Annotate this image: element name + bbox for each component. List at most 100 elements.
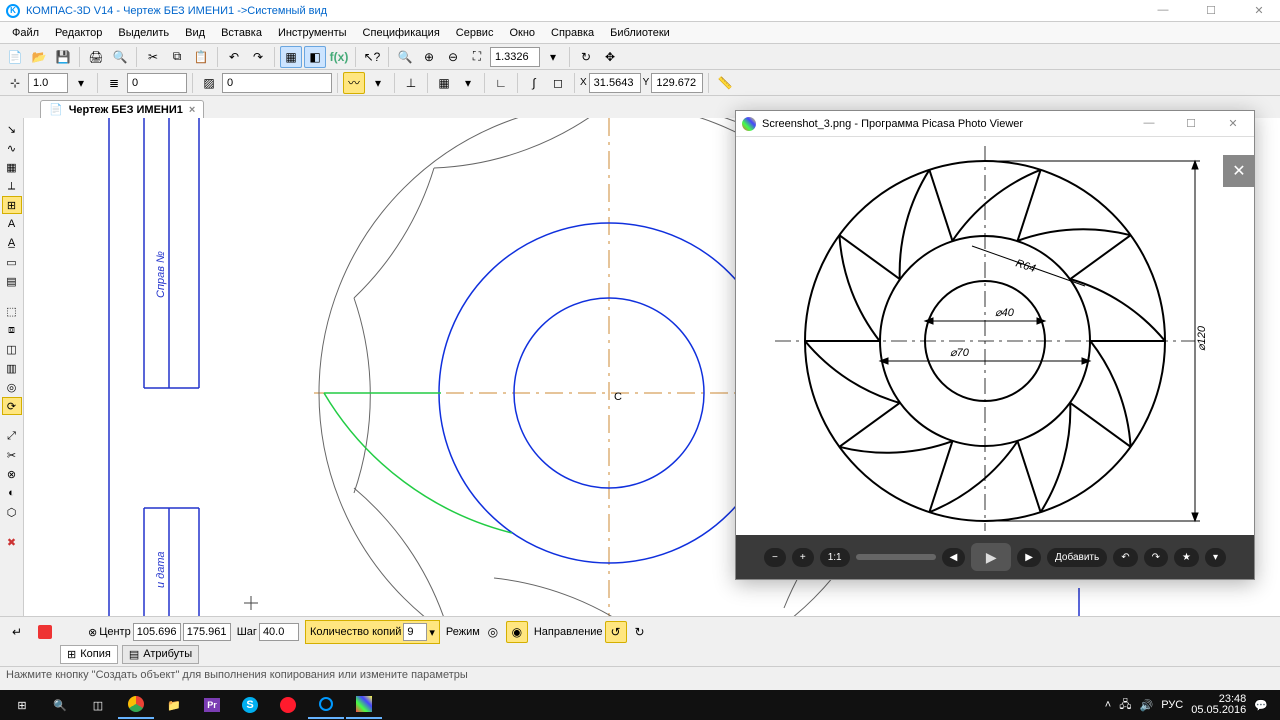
tray-up-icon[interactable]: ˄ [1105,699,1111,711]
menu-spec[interactable]: Спецификация [355,25,448,41]
search-button[interactable]: 🔍 [42,691,78,719]
preview-button[interactable]: 🔍 [109,46,131,68]
zoom-dropdown[interactable]: ▾ [542,46,564,68]
menu-view[interactable]: Вид [177,25,213,41]
coord-y-input[interactable] [651,73,703,93]
picasa-close[interactable]: ✕ [1218,117,1248,130]
create-object-button[interactable]: ↵ [6,621,28,643]
center-y-input[interactable] [183,623,231,641]
menu-window[interactable]: Окно [501,25,543,41]
picasa-minimize[interactable]: — [1134,117,1164,130]
dropdown-2[interactable]: ▾ [367,72,389,94]
layer-input[interactable] [127,73,187,93]
explorer-taskbar-icon[interactable]: 📁 [156,691,192,719]
picasa-rotate-r[interactable]: ↷ [1144,548,1168,567]
close-button[interactable]: ✕ [1244,4,1274,17]
vtool-16[interactable]: ✂ [2,446,22,464]
tray-notifications-icon[interactable]: 💬 [1254,699,1268,712]
grid-toggle-button[interactable]: ▦ [433,72,455,94]
taskview-button[interactable]: ◫ [80,691,116,719]
tab-attributes[interactable]: ▤Атрибуты [122,645,199,664]
copies-input[interactable] [403,623,427,641]
menu-lib[interactable]: Библиотеки [602,25,678,41]
fx-button[interactable]: f(x) [328,46,350,68]
picasa-rotate-l[interactable]: ↶ [1113,548,1137,567]
dir-cw-button[interactable]: ↻ [629,621,651,643]
scale-input[interactable] [28,73,68,93]
menu-service[interactable]: Сервис [448,25,502,41]
opera-taskbar-icon[interactable] [270,691,306,719]
stop-button[interactable] [34,621,56,643]
pan-button[interactable]: ✥ [599,46,621,68]
skype-taskbar-icon[interactable]: S [232,691,268,719]
curve-button[interactable]: ∫ [523,72,545,94]
step-input[interactable] [259,623,299,641]
vtool-rotate-copy[interactable]: ⟳ [2,397,22,415]
picasa-add[interactable]: Добавить [1047,548,1107,567]
maximize-button[interactable]: ☐ [1196,4,1226,17]
tab-copy[interactable]: ⊞Копия [60,645,118,664]
menu-insert[interactable]: Вставка [213,25,270,41]
picasa-window[interactable]: Screenshot_3.png - Программа Picasa Phot… [735,110,1255,580]
vtool-9[interactable]: ▤ [2,272,22,290]
menu-help[interactable]: Справка [543,25,602,41]
vtool-18[interactable]: ◐ [2,484,22,502]
vtool-4[interactable]: ⟂ [2,177,22,195]
vtool-1[interactable]: ↘ [2,120,22,138]
save-button[interactable]: 💾 [52,46,74,68]
ortho-button[interactable]: ⊥ [400,72,422,94]
dir-ccw-button[interactable]: ↺ [605,621,627,643]
vtool-array[interactable]: ⊞ [2,196,22,214]
menu-select[interactable]: Выделить [110,25,177,41]
vtool-2[interactable]: ∿ [2,139,22,157]
style-input[interactable] [222,73,332,93]
minimize-button[interactable]: — [1148,4,1178,17]
mode-1-button[interactable]: ◎ [482,621,504,643]
picasa-zoom-in[interactable]: + [792,548,814,567]
picasa-slider[interactable] [856,554,936,560]
picasa-taskbar-icon[interactable] [346,691,382,719]
vtool-19[interactable]: ⬡ [2,503,22,521]
vtool-15[interactable]: ⤢ [2,427,22,445]
doctab[interactable]: 📄 Чертеж БЕЗ ИМЕНИ1 × [40,100,204,118]
center-x-input[interactable] [133,623,181,641]
picasa-star[interactable]: ★ [1174,548,1199,567]
picasa-next[interactable]: ▶ [1017,548,1041,567]
kompas-taskbar-icon[interactable] [308,691,344,719]
hatch-icon[interactable]: ▨ [198,72,220,94]
undo-button[interactable]: ↶ [223,46,245,68]
picasa-titlebar[interactable]: Screenshot_3.png - Программа Picasa Phot… [736,111,1254,137]
measure-button[interactable]: 📏 [714,72,736,94]
snap-button[interactable]: ◧ [304,46,326,68]
refresh-button[interactable]: ↻ [575,46,597,68]
vtool-7[interactable]: A̲ [2,234,22,252]
chrome-taskbar-icon[interactable] [118,691,154,719]
print-button[interactable]: 🖨 [85,46,107,68]
menu-tools[interactable]: Инструменты [270,25,355,41]
tray-clock[interactable]: 23:48 05.05.2016 [1191,694,1246,716]
picasa-more[interactable]: ▾ [1205,548,1226,567]
cut-button[interactable]: ✂ [142,46,164,68]
zoom-window-button[interactable]: 🔍 [394,46,416,68]
redo-button[interactable]: ↷ [247,46,269,68]
open-button[interactable]: 📂 [28,46,50,68]
vtool-14[interactable]: ◎ [2,378,22,396]
premiere-taskbar-icon[interactable]: Pr [194,691,230,719]
vtool-6[interactable]: A [2,215,22,233]
picasa-maximize[interactable]: ☐ [1176,117,1206,130]
line-style-button[interactable]: 〰 [343,72,365,94]
tray-volume-icon[interactable]: 🔊 [1140,699,1154,712]
angle-button[interactable]: ∟ [490,72,512,94]
vtool-10[interactable]: ⬚ [2,302,22,320]
vtool-17[interactable]: ⊗ [2,465,22,483]
layer-icon[interactable]: ≣ [103,72,125,94]
paste-button[interactable]: 📋 [190,46,212,68]
menu-edit[interactable]: Редактор [47,25,110,41]
zoom-fit-button[interactable]: ⛶ [466,46,488,68]
system-tray[interactable]: ˄ 🖧 🔊 РУС 23:48 05.05.2016 💬 [1097,694,1276,716]
cursor-button[interactable]: ↖? [361,46,383,68]
vtool-8[interactable]: ▭ [2,253,22,271]
snap-mode-button[interactable]: ⊹ [4,72,26,94]
zoom-input[interactable] [490,47,540,67]
picasa-prev[interactable]: ◀ [942,548,966,567]
